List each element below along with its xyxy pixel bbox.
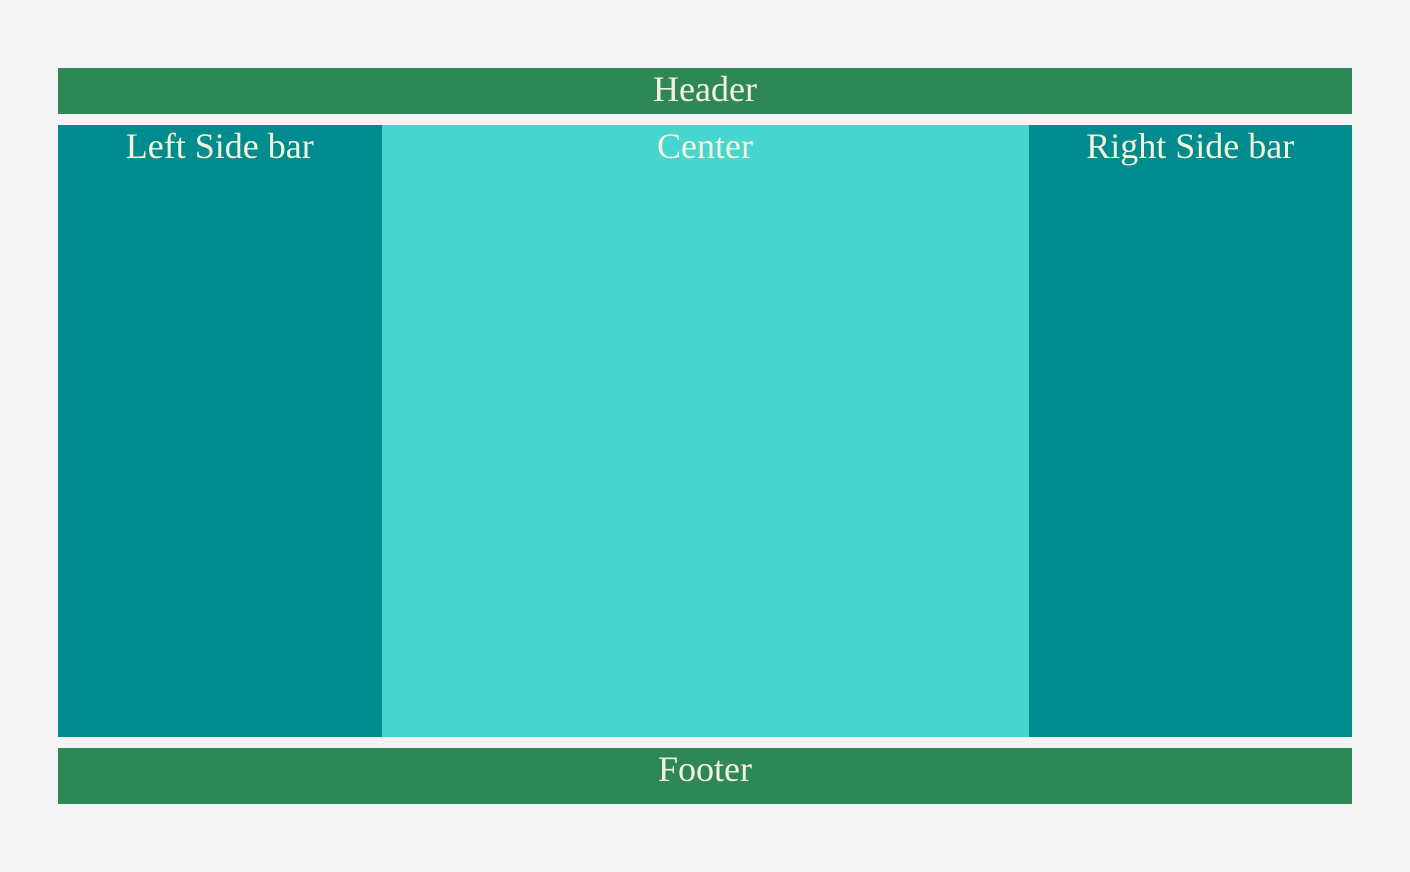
footer: Footer	[58, 748, 1352, 804]
center-panel: Center	[382, 125, 1029, 737]
left-sidebar: Left Side bar	[58, 125, 382, 737]
right-sidebar: Right Side bar	[1029, 125, 1353, 737]
page-layout: Header Left Side bar Center Right Side b…	[58, 68, 1352, 804]
header: Header	[58, 68, 1352, 114]
middle-row: Left Side bar Center Right Side bar	[58, 125, 1352, 737]
